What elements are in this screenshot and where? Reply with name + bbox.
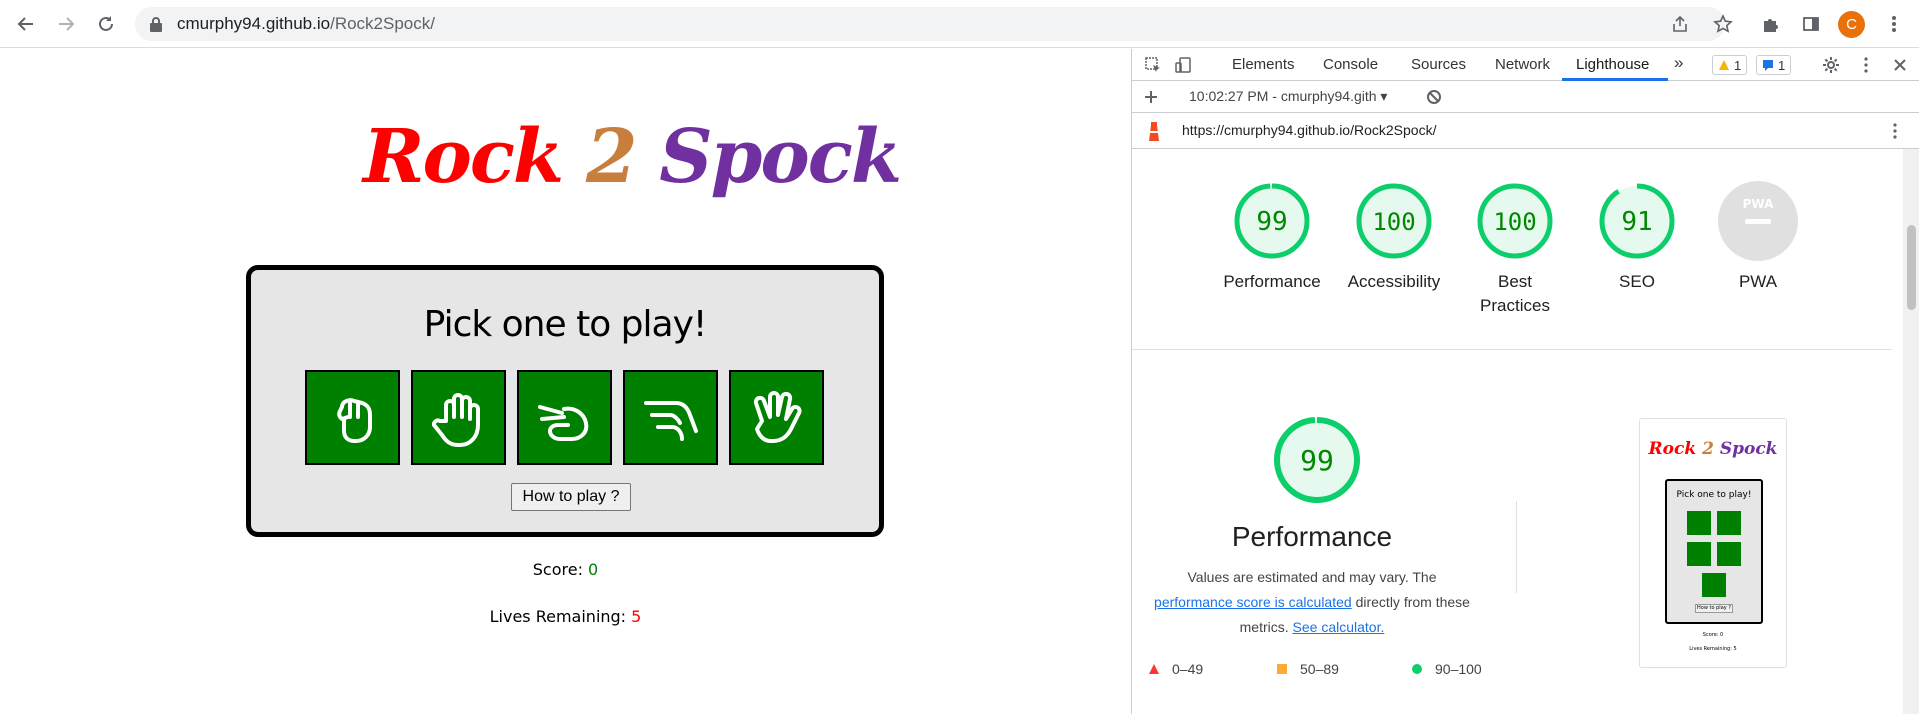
gauge-label: PWA <box>1738 272 1778 291</box>
gauge-score-text: 100 <box>1372 208 1415 236</box>
device-toolbar-icon[interactable] <box>1172 54 1194 76</box>
how-to-play-button[interactable]: How to play ? <box>511 483 631 511</box>
open-hand-icon <box>431 392 480 447</box>
red-triangle-icon <box>1149 664 1159 674</box>
tab-lighthouse[interactable]: Lighthouse <box>1576 56 1649 73</box>
tab-console[interactable]: Console <box>1323 56 1378 73</box>
green-circle-icon <box>1412 664 1422 674</box>
performance-score-link[interactable]: performance score is calculated <box>1154 594 1352 610</box>
performance-detail-score: 99 <box>1300 444 1334 477</box>
reload-icon[interactable] <box>92 10 120 38</box>
scissors-hand-icon <box>537 404 588 441</box>
close-devtools-icon[interactable] <box>1889 54 1911 76</box>
url-text: cmurphy94.github.io/Rock2Spock/ <box>177 14 435 33</box>
inspect-element-icon[interactable] <box>1142 54 1164 76</box>
lives-display: Lives Remaining: 5 <box>489 607 642 626</box>
scrollbar-thumb[interactable] <box>1907 225 1916 310</box>
gauge-seo[interactable]: 91 <box>1597 181 1677 261</box>
warning-icon <box>1719 60 1729 70</box>
performance-heading: Performance <box>1231 521 1393 552</box>
browser-menu-icon[interactable] <box>1880 10 1908 38</box>
messages-badge[interactable]: 1 <box>1756 55 1792 75</box>
settings-gear-icon[interactable] <box>1820 54 1842 76</box>
gauge-score-text: 91 <box>1621 207 1652 237</box>
devtools-tab-bar: Elements Console Sources Network Lightho… <box>1132 49 1919 81</box>
gauge-score-text: 99 <box>1256 207 1287 237</box>
gauge-best-practices[interactable]: 100 <box>1475 181 1555 261</box>
warnings-badge[interactable]: 1 <box>1712 55 1748 75</box>
gauge-label: SEO <box>1619 272 1655 291</box>
clear-reports-icon[interactable] <box>1423 86 1445 108</box>
report-selector[interactable]: 10:02:27 PM - cmurphy94.gith ▾ <box>1189 88 1387 105</box>
gauge-pwa[interactable]: PWA <box>1718 181 1798 261</box>
message-icon <box>1763 60 1773 71</box>
legend-average: 50–89 <box>1276 661 1339 677</box>
pick-title: Pick one to play! <box>423 304 708 345</box>
game-panel: Pick one to play! How to play ? <box>246 265 884 537</box>
vertical-separator <box>1516 501 1517 593</box>
paper-choice-button[interactable] <box>411 370 506 465</box>
extensions-puzzle-icon[interactable] <box>1756 10 1784 38</box>
legend-fail: 0–49 <box>1148 661 1203 677</box>
scissors-choice-button[interactable] <box>517 370 612 465</box>
more-tabs-chevron-icon[interactable]: » <box>1674 53 1683 73</box>
spock-choice-button[interactable] <box>729 370 824 465</box>
divider <box>1132 349 1892 350</box>
lives-value: 5 <box>631 607 642 626</box>
score-value: 0 <box>588 560 599 579</box>
score-display: Score: 0 <box>532 560 599 579</box>
rock-choice-button[interactable] <box>305 370 400 465</box>
report-url-bar: https://cmurphy94.github.io/Rock2Spock/ <box>1132 113 1919 149</box>
lighthouse-logo-icon <box>1149 122 1159 141</box>
lizard-hand-icon <box>643 400 698 441</box>
page-screenshot-thumbnail[interactable]: Rock 2 Spock Pick one to play! How to pl… <box>1639 418 1787 668</box>
bookmark-star-icon[interactable] <box>1709 10 1737 38</box>
orange-square-icon <box>1277 664 1287 674</box>
lock-icon <box>150 17 162 32</box>
pwa-badge-text: PWA <box>1743 197 1774 211</box>
performance-description: Values are estimated and may vary. The p… <box>1154 569 1470 635</box>
browser-toolbar: cmurphy94.github.io/Rock2Spock/ C <box>0 0 1919 48</box>
devtools-menu-icon[interactable] <box>1855 54 1877 76</box>
gauge-score-text: 100 <box>1493 208 1536 236</box>
gauge-accessibility[interactable]: 100 <box>1354 181 1434 261</box>
fist-icon <box>336 397 372 443</box>
gauge-label: Best Practices <box>1480 272 1550 315</box>
report-url: https://cmurphy94.github.io/Rock2Spock/ <box>1182 122 1437 138</box>
devtools-scrollbar[interactable] <box>1903 149 1919 714</box>
rock2spock-logo: Rock 2 Spock <box>363 114 902 200</box>
back-arrow-icon[interactable] <box>12 10 40 38</box>
profile-avatar[interactable]: C <box>1838 11 1865 38</box>
gauge-label: Accessibility <box>1347 272 1441 291</box>
tab-sources[interactable]: Sources <box>1411 56 1466 73</box>
devtools-panel: Elements Console Sources Network Lightho… <box>1131 49 1919 714</box>
report-menu-icon[interactable] <box>1884 120 1906 142</box>
lighthouse-toolbar: 10:02:27 PM - cmurphy94.gith ▾ <box>1132 81 1919 113</box>
spock-hand-icon <box>753 390 801 443</box>
new-report-plus-icon[interactable] <box>1140 86 1162 108</box>
lizard-choice-button[interactable] <box>623 370 718 465</box>
side-panel-icon[interactable] <box>1797 10 1825 38</box>
performance-detail-gauge: 99 <box>1274 417 1360 503</box>
gauge-performance[interactable]: 99 <box>1232 181 1312 261</box>
legend-pass: 90–100 <box>1411 661 1482 677</box>
tab-elements[interactable]: Elements <box>1232 56 1295 73</box>
gauge-label: Performance <box>1223 272 1321 291</box>
forward-arrow-icon[interactable] <box>52 10 80 38</box>
address-bar[interactable]: cmurphy94.github.io/Rock2Spock/ <box>135 7 1725 41</box>
game-page: Rock 2 Spock Pick one to play! How to pl… <box>0 49 1131 714</box>
share-icon[interactable] <box>1666 10 1694 38</box>
tab-network[interactable]: Network <box>1495 56 1550 73</box>
see-calculator-link[interactable]: See calculator. <box>1293 619 1385 635</box>
